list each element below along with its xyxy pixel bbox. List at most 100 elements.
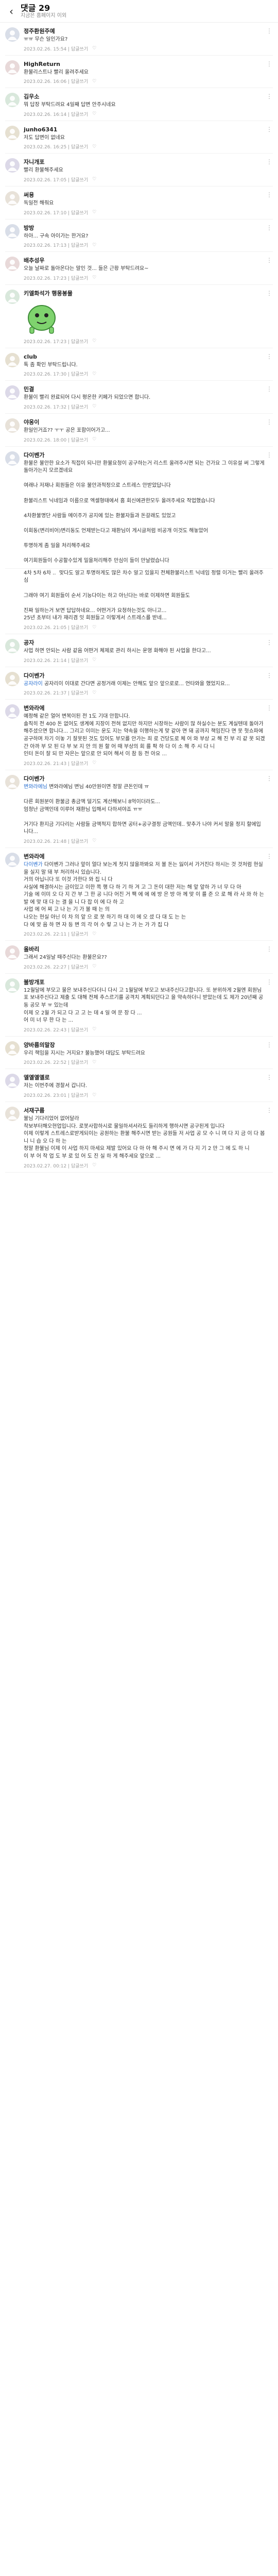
commenter-name[interactable]: 양바름의말장 xyxy=(24,1041,266,1049)
commenter-name[interactable]: 변와라에 xyxy=(24,704,266,712)
comment-timestamp[interactable]: 2023.02.26. 17:23 | 답글쓰기 xyxy=(24,338,88,345)
kebab-icon[interactable]: ⋮ xyxy=(266,353,273,378)
heart-icon[interactable]: ♡ xyxy=(92,177,96,182)
commenter-name[interactable]: 다이벤가 xyxy=(24,775,266,783)
comment-timestamp[interactable]: 2023.02.26. 17:30 | 답글쓰기 xyxy=(24,370,88,377)
comment-timestamp[interactable]: 2023.02.27. 00:12 | 답글쓰기 xyxy=(24,1162,88,1169)
avatar[interactable] xyxy=(5,1107,20,1121)
heart-icon[interactable]: ♡ xyxy=(92,964,96,969)
commenter-name[interactable]: 김우소 xyxy=(24,93,266,100)
commenter-name[interactable]: 정주환원주예 xyxy=(24,27,266,35)
avatar[interactable] xyxy=(5,704,20,719)
kebab-icon[interactable]: ⋮ xyxy=(266,1107,273,1169)
heart-icon[interactable]: ♡ xyxy=(92,404,96,409)
kebab-icon[interactable]: ⋮ xyxy=(266,639,273,664)
avatar[interactable] xyxy=(5,289,20,304)
heart-icon[interactable]: ♡ xyxy=(92,625,96,630)
comment-timestamp[interactable]: 2023.02.26. 22:11 | 답글쓰기 xyxy=(24,930,88,937)
heart-icon[interactable]: ♡ xyxy=(92,338,96,344)
avatar[interactable] xyxy=(5,671,20,686)
kebab-icon[interactable]: ⋮ xyxy=(266,945,273,970)
avatar[interactable] xyxy=(5,60,20,75)
commenter-name[interactable]: 배추성우 xyxy=(24,257,266,264)
kebab-icon[interactable]: ⋮ xyxy=(266,27,273,52)
avatar[interactable] xyxy=(5,774,20,789)
comment-timestamp[interactable]: 2023.02.26. 17:13 | 답글쓰기 xyxy=(24,242,88,248)
kebab-icon[interactable]: ⋮ xyxy=(266,158,273,183)
commenter-name[interactable]: 변와라에 xyxy=(24,853,266,860)
heart-icon[interactable]: ♡ xyxy=(92,838,96,843)
commenter-name[interactable]: club xyxy=(24,353,266,361)
kebab-icon[interactable]: ⋮ xyxy=(266,385,273,410)
heart-icon[interactable]: ♡ xyxy=(92,210,96,215)
avatar[interactable] xyxy=(5,257,20,272)
avatar[interactable] xyxy=(5,418,20,433)
commenter-name[interactable]: 민결 xyxy=(24,385,266,393)
heart-icon[interactable]: ♡ xyxy=(92,760,96,766)
comment-timestamp[interactable]: 2023.02.26. 21:48 | 답글쓰기 xyxy=(24,838,88,844)
kebab-icon[interactable]: ⋮ xyxy=(266,60,273,85)
kebab-icon[interactable]: ⋮ xyxy=(266,257,273,281)
mention-link[interactable]: 변와라에님 xyxy=(24,784,49,790)
heart-icon[interactable]: ♡ xyxy=(92,275,96,280)
mention-link[interactable]: 다이벤가 xyxy=(24,862,44,868)
heart-icon[interactable]: ♡ xyxy=(92,144,96,149)
comment-timestamp[interactable]: 2023.02.26. 18:00 | 답글쓰기 xyxy=(24,436,88,443)
comment-timestamp[interactable]: 2023.02.26. 16:14 | 답글쓰기 xyxy=(24,111,88,117)
commenter-name[interactable]: 자니개포 xyxy=(24,158,266,166)
avatar[interactable] xyxy=(5,852,20,867)
commenter-name[interactable]: 공자 xyxy=(24,639,266,647)
avatar[interactable] xyxy=(5,385,20,400)
heart-icon[interactable]: ♡ xyxy=(92,243,96,248)
heart-icon[interactable]: ♡ xyxy=(92,1093,96,1098)
mention-link[interactable]: 공자라이 xyxy=(24,681,44,687)
comment-timestamp[interactable]: 2023.02.26. 21:43 | 답글쓰기 xyxy=(24,760,88,767)
comment-timestamp[interactable]: 2023.02.26. 17:23 | 답글쓰기 xyxy=(24,275,88,281)
kebab-icon[interactable]: ⋮ xyxy=(266,775,273,844)
kebab-icon[interactable]: ⋮ xyxy=(266,451,273,565)
heart-icon[interactable]: ♡ xyxy=(92,931,96,937)
kebab-icon[interactable]: ⋮ xyxy=(266,672,273,697)
kebab-icon[interactable]: ⋮ xyxy=(266,1041,273,1066)
kebab-icon[interactable]: ⋮ xyxy=(266,853,273,937)
avatar[interactable] xyxy=(5,93,20,108)
commenter-name[interactable]: 다이벤가 xyxy=(24,672,266,680)
kebab-icon[interactable]: ⋮ xyxy=(266,290,273,345)
commenter-name[interactable]: 야옹이 xyxy=(24,418,266,426)
comment-timestamp[interactable]: 2023.02.26. 21:37 | 답글쓰기 xyxy=(24,689,88,696)
heart-icon[interactable]: ♡ xyxy=(92,371,96,377)
commenter-name[interactable]: 다이벤가 xyxy=(24,451,266,459)
comment-timestamp[interactable]: 2023.02.26. 16:25 | 답글쓰기 xyxy=(24,143,88,150)
comment-timestamp[interactable]: 2023.02.26. 16:06 | 답글쓰기 xyxy=(24,78,88,84)
avatar[interactable] xyxy=(5,1074,20,1089)
avatar[interactable] xyxy=(5,27,20,42)
comment-timestamp[interactable]: 2023.02.26. 22:52 | 답글쓰기 xyxy=(24,1059,88,1065)
heart-icon[interactable]: ♡ xyxy=(92,690,96,696)
kebab-icon[interactable]: ⋮ xyxy=(266,978,273,1033)
comment-timestamp[interactable]: 2023.02.26. 21:05 | 답글쓰기 xyxy=(24,624,88,631)
heart-icon[interactable]: ♡ xyxy=(92,111,96,116)
commenter-name[interactable]: 키엘화석가 행몽봉물 xyxy=(24,290,266,297)
heart-icon[interactable]: ♡ xyxy=(92,657,96,663)
comment-timestamp[interactable]: 2023.02.26. 17:05 | 답글쓰기 xyxy=(24,176,88,183)
kebab-icon[interactable]: ⋮ xyxy=(266,418,273,443)
chevron-left-icon[interactable]: ‹ xyxy=(5,5,18,18)
commenter-name[interactable]: 방방 xyxy=(24,224,266,232)
avatar[interactable] xyxy=(5,158,20,173)
commenter-name[interactable]: junho6341 xyxy=(24,126,266,133)
comment-timestamp[interactable]: 2023.02.26. 23:01 | 답글쓰기 xyxy=(24,1092,88,1098)
heart-icon[interactable]: ♡ xyxy=(92,46,96,51)
commenter-name[interactable]: 올바리 xyxy=(24,945,266,953)
kebab-icon[interactable]: ⋮ xyxy=(266,704,273,767)
commenter-name[interactable]: 불방개포 xyxy=(24,978,266,986)
comment-timestamp[interactable]: 2023.02.26. 22:27 | 답글쓰기 xyxy=(24,963,88,970)
commenter-name[interactable]: 써용 xyxy=(24,191,266,199)
kebab-icon[interactable]: ⋮ xyxy=(266,191,273,216)
kebab-icon[interactable]: ⋮ xyxy=(266,1074,273,1098)
avatar[interactable] xyxy=(5,451,20,466)
comment-timestamp[interactable]: 2023.02.26. 17:10 | 답글쓰기 xyxy=(24,209,88,216)
avatar[interactable] xyxy=(5,1041,20,1056)
heart-icon[interactable]: ♡ xyxy=(92,1027,96,1032)
avatar[interactable] xyxy=(5,352,20,367)
heart-icon[interactable]: ♡ xyxy=(92,1060,96,1065)
